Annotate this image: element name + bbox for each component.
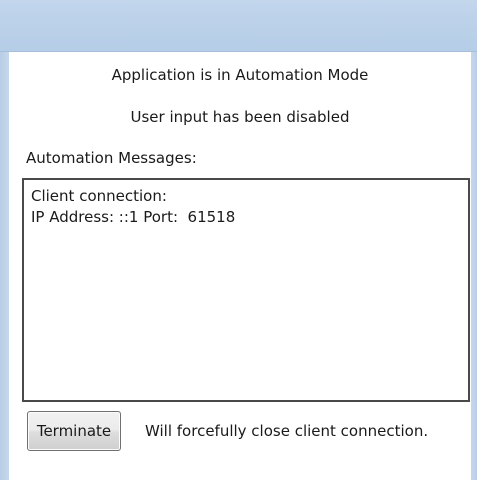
window-content: Application is in Automation Mode User i… bbox=[9, 52, 471, 480]
message-line: IP Address: ::1 Port: 61518 bbox=[31, 208, 236, 226]
window-title-bar[interactable] bbox=[0, 0, 477, 52]
message-line: Client connection: bbox=[31, 187, 167, 205]
terminate-note: Will forcefully close client connection. bbox=[145, 422, 429, 440]
automation-window: Application is in Automation Mode User i… bbox=[0, 0, 477, 480]
automation-messages-textbox[interactable]: Client connection: IP Address: ::1 Port:… bbox=[22, 178, 470, 402]
automation-messages-label: Automation Messages: bbox=[26, 149, 197, 167]
automation-mode-status: Application is in Automation Mode bbox=[111, 66, 369, 84]
window-left-border bbox=[0, 52, 9, 480]
user-input-disabled-status: User input has been disabled bbox=[130, 108, 350, 126]
window-right-border bbox=[471, 52, 477, 480]
terminate-button[interactable]: Terminate bbox=[27, 411, 121, 451]
